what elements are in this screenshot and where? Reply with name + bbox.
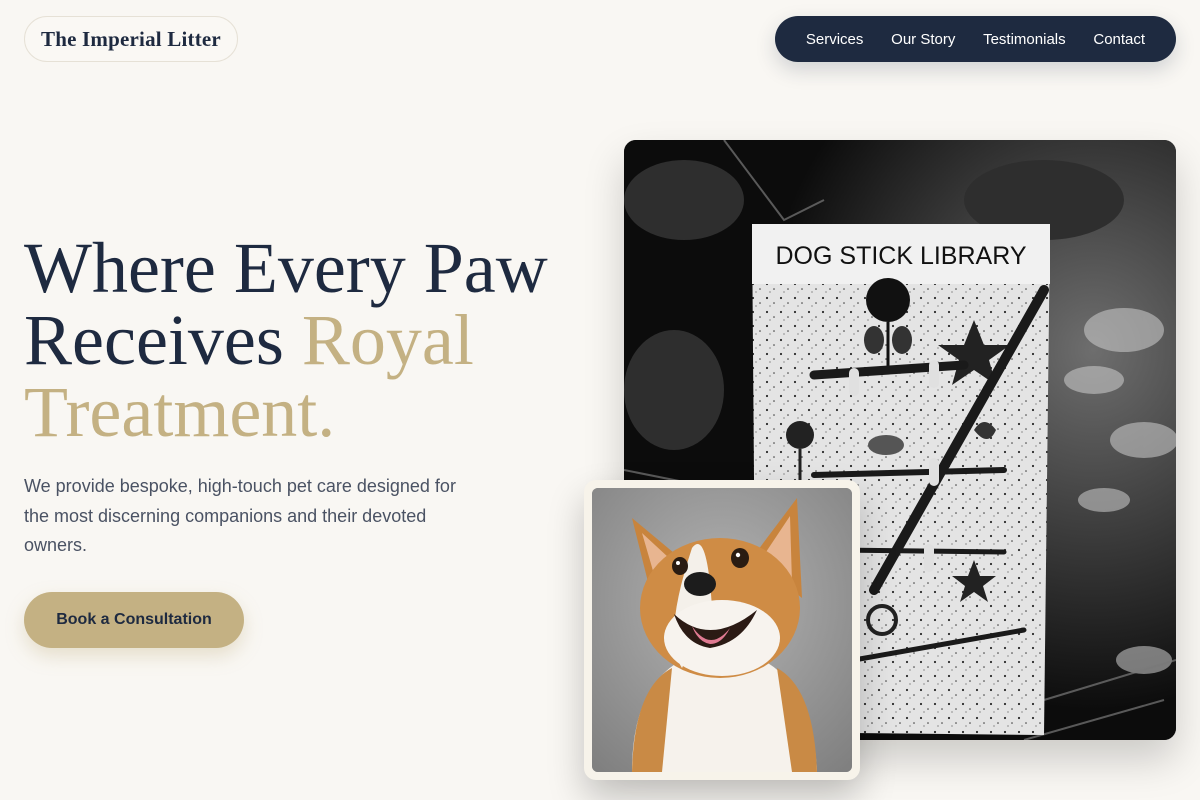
corgi-photo [592, 488, 852, 772]
brand-logo[interactable]: The Imperial Litter [24, 16, 238, 62]
corgi-photo-card [584, 480, 860, 780]
nav-contact-link[interactable]: Contact [1093, 31, 1145, 48]
hero-title-line3: Treatment. [24, 372, 336, 452]
hero-title-line2-gold: Royal [301, 300, 474, 380]
hero-title-line1: Where Every Paw [24, 228, 548, 308]
nav-services-link[interactable]: Services [806, 31, 864, 48]
main-nav: Services Our Story Testimonials Contact [775, 16, 1176, 62]
hero-title: Where Every Paw Receives Royal Treatment. [24, 232, 584, 448]
nav-our-story-link[interactable]: Our Story [891, 31, 955, 48]
hero-description: We provide bespoke, high-touch pet care … [24, 476, 456, 555]
hero-title-line2-dark: Receives [24, 300, 302, 380]
nav-testimonials-link[interactable]: Testimonials [983, 31, 1066, 48]
book-consultation-button[interactable]: Book a Consultation [24, 592, 244, 648]
sign-text: DOG STICK LIBRARY [776, 242, 1027, 270]
